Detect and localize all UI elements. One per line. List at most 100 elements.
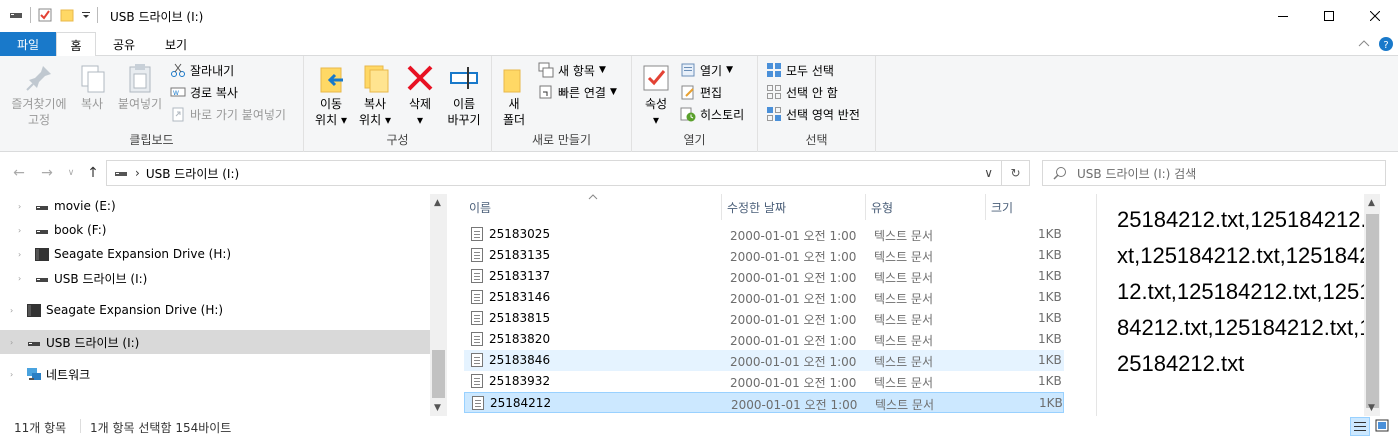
maximize-button[interactable] [1306, 0, 1352, 32]
delete-button[interactable]: 삭제 ▾ [402, 62, 438, 128]
up-button[interactable]: ↑ [84, 164, 102, 182]
properties-icon[interactable] [37, 7, 53, 23]
history-button[interactable]: 히스토리 [680, 104, 744, 124]
file-row[interactable]: 25183846 2000-01-01 오전 1:00 텍스트 문서 1KB [464, 350, 1064, 371]
file-row[interactable]: 25183025 2000-01-01 오전 1:00 텍스트 문서 1KB [464, 224, 1064, 245]
new-folder-label-2: 폴더 [502, 113, 526, 127]
scroll-up-icon[interactable]: ▲ [1368, 198, 1375, 208]
minimize-button[interactable] [1260, 0, 1306, 32]
new-folder-button[interactable]: 새 폴더 [498, 62, 530, 128]
paste-shortcut-label: 바로 가기 붙여넣기 [190, 107, 286, 122]
copy-button[interactable]: 복사 [74, 62, 110, 112]
refresh-button[interactable]: ↻ [1002, 160, 1030, 186]
delete-dropdown-arrow[interactable]: ▾ [402, 112, 438, 128]
help-icon[interactable]: ? [1378, 36, 1394, 52]
external-drive-icon [35, 248, 49, 261]
pin-button[interactable]: 즐겨찾기에 고정 [6, 62, 72, 128]
file-row[interactable]: 25183146 2000-01-01 오전 1:00 텍스트 문서 1KB [464, 287, 1064, 308]
customize-qat-icon[interactable] [81, 7, 91, 23]
tab-file[interactable]: 파일 [0, 32, 56, 56]
drive-icon [10, 13, 22, 18]
paste-button[interactable]: 붙여넣기 [114, 62, 166, 112]
file-row[interactable]: 25183135 2000-01-01 오전 1:00 텍스트 문서 1KB [464, 245, 1064, 266]
column-header-name[interactable]: 이름 [464, 194, 722, 220]
refresh-icon: ↻ [1010, 166, 1021, 180]
tab-share[interactable]: 공유 [100, 32, 148, 56]
large-icons-view-button[interactable] [1373, 417, 1393, 436]
address-bar[interactable]: › USB 드라이브 (I:) ∨ [106, 160, 1002, 186]
nav-item-usb-root[interactable]: › USB 드라이브 (I:) [0, 330, 430, 354]
tab-home[interactable]: 홈 [56, 32, 96, 57]
file-row[interactable]: 25183137 2000-01-01 오전 1:00 텍스트 문서 1KB [464, 266, 1064, 287]
back-button[interactable]: ← [10, 164, 28, 182]
details-view-button[interactable] [1350, 417, 1370, 436]
properties-dropdown-arrow[interactable]: ▾ [640, 112, 672, 128]
scroll-down-icon[interactable]: ▼ [434, 403, 441, 413]
search-box[interactable]: USB 드라이브 (I:) 검색 [1042, 160, 1386, 186]
drive-icon [28, 342, 40, 346]
expand-icon[interactable]: › [0, 202, 34, 211]
expand-icon[interactable]: › [0, 370, 26, 379]
new-item-button[interactable]: 새 항목 ▼ [538, 60, 606, 80]
nav-item-movie[interactable]: › movie (E:) [0, 194, 430, 218]
breadcrumb-current[interactable]: USB 드라이브 (I:) [146, 165, 239, 182]
select-none-label: 선택 안 함 [786, 85, 838, 100]
edit-icon [680, 84, 696, 100]
column-header-type[interactable]: 유형 [866, 194, 986, 220]
nav-item-seagate-root[interactable]: › Seagate Expansion Drive (H:) [0, 298, 430, 322]
text-file-icon [471, 290, 483, 304]
nav-item-network[interactable]: › 네트워크 [0, 362, 430, 386]
recent-locations-button[interactable]: ∨ [62, 164, 80, 182]
file-size: 1KB [1038, 290, 1062, 304]
column-header-date[interactable]: 수정한 날짜 [722, 194, 866, 220]
close-button[interactable] [1352, 0, 1398, 32]
easy-access-button[interactable]: 빠른 연결 ▼ [538, 82, 617, 102]
expand-icon[interactable]: › [0, 226, 34, 235]
column-header-size[interactable]: 크기 [986, 194, 1064, 220]
file-row[interactable]: 25183820 2000-01-01 오전 1:00 텍스트 문서 1KB [464, 329, 1064, 350]
organize-group-label: 구성 [386, 133, 409, 147]
copy-path-button[interactable]: W 경로 복사 [170, 82, 238, 102]
minimize-ribbon-icon[interactable] [1358, 39, 1370, 49]
move-to-button[interactable]: 이동 위치 ▾ [310, 62, 352, 128]
expand-icon[interactable]: › [0, 274, 34, 283]
scrollbar-thumb[interactable] [432, 350, 445, 398]
file-row[interactable]: 25184212 2000-01-01 오전 1:00 텍스트 문서 1KB [464, 392, 1064, 413]
select-all-button[interactable]: 모두 선택 [766, 60, 834, 80]
svg-text:W: W [173, 90, 179, 97]
forward-button[interactable]: → [38, 164, 56, 182]
text-file-icon [471, 227, 483, 241]
select-none-button[interactable]: 선택 안 함 [766, 82, 838, 102]
file-row[interactable]: 25183815 2000-01-01 오전 1:00 텍스트 문서 1KB [464, 308, 1064, 329]
open-button[interactable]: 열기 ▼ [680, 60, 733, 80]
preview-scrollbar[interactable]: ▲ ▼ [1364, 194, 1380, 416]
drive-icon [36, 230, 48, 234]
nav-item-usb[interactable]: › USB 드라이브 (I:) [0, 266, 430, 290]
tab-view[interactable]: 보기 [152, 32, 200, 56]
new-folder-icon[interactable] [59, 7, 75, 23]
paste-icon [124, 62, 156, 94]
file-row[interactable]: 25183932 2000-01-01 오전 1:00 텍스트 문서 1KB [464, 371, 1064, 392]
nav-item-book[interactable]: › book (F:) [0, 218, 430, 242]
file-date: 2000-01-01 오전 1:00 [730, 355, 857, 369]
nav-item-seagate[interactable]: › Seagate Expansion Drive (H:) [0, 242, 430, 266]
rename-button[interactable]: 이름 바꾸기 [442, 62, 486, 128]
scrollbar-thumb[interactable] [1366, 214, 1379, 408]
scroll-down-icon[interactable]: ▼ [1368, 403, 1375, 413]
scroll-up-icon[interactable]: ▲ [434, 198, 441, 208]
paste-shortcut-button[interactable]: 바로 가기 붙여넣기 [170, 104, 286, 124]
expand-icon[interactable]: › [0, 338, 26, 347]
nav-scrollbar[interactable]: ▲ ▼ [430, 194, 447, 416]
copy-to-button[interactable]: 복사 위치 ▾ [354, 62, 396, 128]
expand-icon[interactable]: › [0, 250, 34, 259]
invert-selection-button[interactable]: 선택 영역 반전 [766, 104, 860, 124]
copy-to-label-1: 복사 [363, 97, 387, 111]
expand-icon[interactable]: › [0, 306, 26, 315]
edit-button[interactable]: 편집 [680, 82, 722, 102]
properties-button[interactable]: 속성 ▾ [640, 62, 672, 128]
address-history-icon[interactable]: ∨ [984, 166, 993, 180]
cut-button[interactable]: 잘라내기 [170, 60, 234, 80]
forward-arrow-icon: → [41, 165, 53, 181]
delete-label: 삭제 [408, 97, 432, 111]
history-icon [680, 106, 696, 122]
